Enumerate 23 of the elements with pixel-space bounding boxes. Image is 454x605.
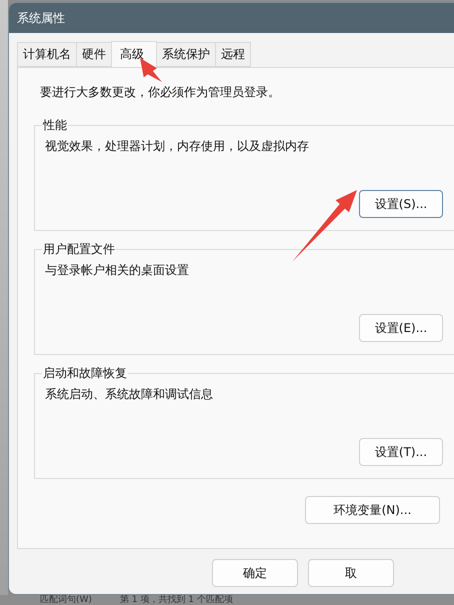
group-description: 视觉效果，处理器计划，内存使用，以及虚拟内存 (45, 138, 310, 155)
settings-button[interactable]: 设置(S)... (359, 190, 443, 218)
status-text: 匹配词句(W) (40, 595, 92, 605)
tab[interactable]: 系统保护 (156, 42, 216, 67)
arrow-annotation (140, 58, 162, 82)
group-title: 启动和故障恢复 (42, 365, 128, 382)
tab[interactable]: 硬件 (76, 42, 112, 67)
settings-button[interactable]: 设置(E)... (359, 314, 443, 342)
status-text: 第 1 项，共找到 1 个匹配项 (120, 595, 233, 605)
tab[interactable]: 高级 (111, 41, 157, 67)
settings-button[interactable]: 设置(T)... (359, 438, 443, 466)
group-title: 用户配置文件 (42, 241, 116, 258)
group-description: 系统启动、系统故障和调试信息 (45, 386, 214, 403)
environment-variables-button[interactable]: 环境变量(N)... (305, 496, 440, 524)
tab[interactable]: 计算机名 (17, 42, 77, 67)
admin-notice: 要进行大多数更改，你必须作为管理员登录。 (40, 84, 281, 101)
group-description: 与登录帐户相关的桌面设置 (45, 262, 190, 279)
window-title: 系统属性 (17, 10, 65, 26)
tab[interactable]: 远程 (215, 42, 251, 67)
arrow-annotation (292, 190, 357, 262)
dialog-button[interactable]: 取 (308, 559, 394, 587)
dialog-button[interactable]: 确定 (212, 559, 298, 587)
group-title: 性能 (42, 117, 68, 134)
